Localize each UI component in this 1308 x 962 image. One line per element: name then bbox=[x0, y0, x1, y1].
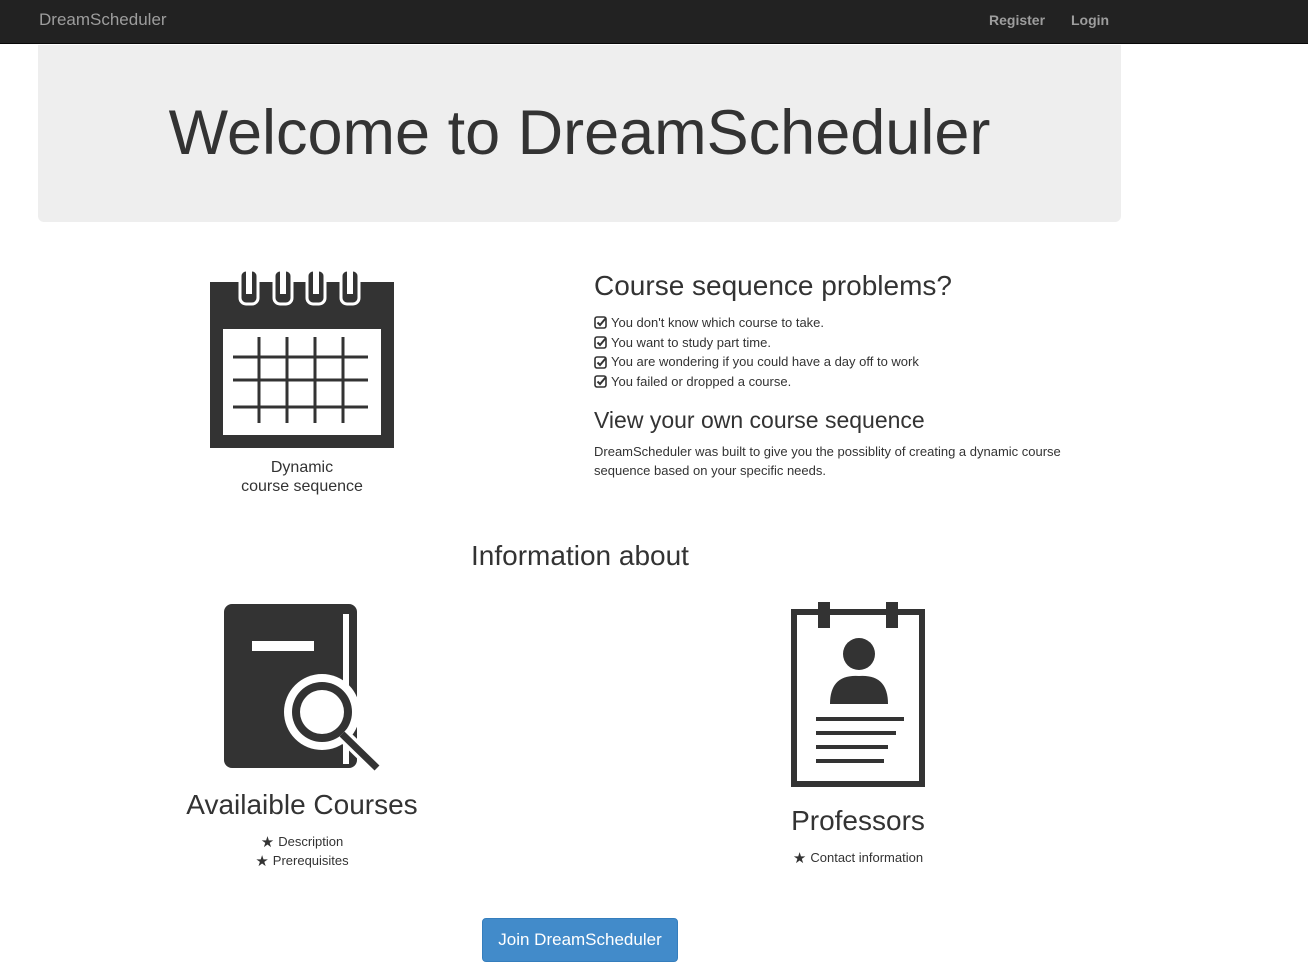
calendar-caption-line2: course sequence bbox=[241, 478, 363, 495]
login-link[interactable]: Login bbox=[1071, 12, 1109, 28]
page-title: Welcome to DreamScheduler bbox=[168, 98, 991, 168]
courses-title: Availaible Courses bbox=[186, 789, 418, 820]
problems-heading: Course sequence problems? bbox=[594, 270, 952, 301]
feature-row: ★ Contact information bbox=[708, 848, 1008, 867]
check-square-icon bbox=[594, 316, 607, 330]
problem-text: You failed or dropped a course. bbox=[611, 374, 792, 390]
professors-block: Professors ★ Contact information bbox=[708, 804, 1008, 867]
info-heading: Information about bbox=[471, 540, 689, 571]
professors-features: ★ Contact information bbox=[708, 848, 1008, 867]
professors-title: Professors bbox=[791, 805, 925, 836]
jumbotron: Welcome to DreamScheduler bbox=[38, 45, 1121, 222]
feature-text: Prerequisites bbox=[272, 853, 349, 868]
book-search-icon bbox=[224, 604, 382, 772]
professor-card-icon bbox=[791, 602, 925, 787]
calendar-caption-line1: Dynamic bbox=[270, 459, 334, 476]
check-square-icon bbox=[594, 336, 607, 349]
problems-list: You don't know which course to take. You… bbox=[594, 313, 919, 392]
list-item: You want to study part time. bbox=[594, 333, 919, 353]
problem-text: You don't know which course to take. bbox=[611, 315, 825, 330]
feature-row: ★ Description bbox=[152, 832, 452, 851]
join-button[interactable]: Join DreamScheduler bbox=[482, 918, 678, 962]
list-item: You failed or dropped a course. bbox=[594, 372, 919, 392]
check-square-icon bbox=[594, 355, 607, 369]
calendar-caption: Dynamic course sequence bbox=[202, 458, 402, 496]
feature-row: ★ Prerequisites bbox=[152, 851, 452, 870]
list-item: You don't know which course to take. bbox=[594, 313, 919, 333]
calendar-icon bbox=[210, 270, 394, 448]
list-item: You are wondering if you could have a da… bbox=[594, 352, 919, 372]
problem-text: You want to study part time. bbox=[611, 334, 771, 350]
problem-text: You are wondering if you could have a da… bbox=[611, 354, 919, 370]
courses-features: ★ Description ★ Prerequisites bbox=[152, 832, 452, 870]
courses-block: Availaible Courses ★ Description ★ Prerequ… bbox=[152, 788, 452, 870]
check-square-icon bbox=[594, 375, 607, 389]
star-icon: ★ bbox=[260, 833, 275, 851]
register-link[interactable]: Register bbox=[989, 12, 1045, 28]
feature-text: Description bbox=[278, 834, 344, 849]
feature-text: Contact information bbox=[810, 850, 924, 865]
star-icon: ★ bbox=[255, 852, 269, 870]
navbar: DreamScheduler Register Login bbox=[0, 0, 1308, 44]
view-heading: View your own course sequence bbox=[594, 407, 925, 433]
view-description: DreamScheduler was built to give you the… bbox=[594, 444, 1061, 478]
star-icon: ★ bbox=[792, 849, 807, 867]
brand-link[interactable]: DreamScheduler bbox=[39, 10, 167, 30]
